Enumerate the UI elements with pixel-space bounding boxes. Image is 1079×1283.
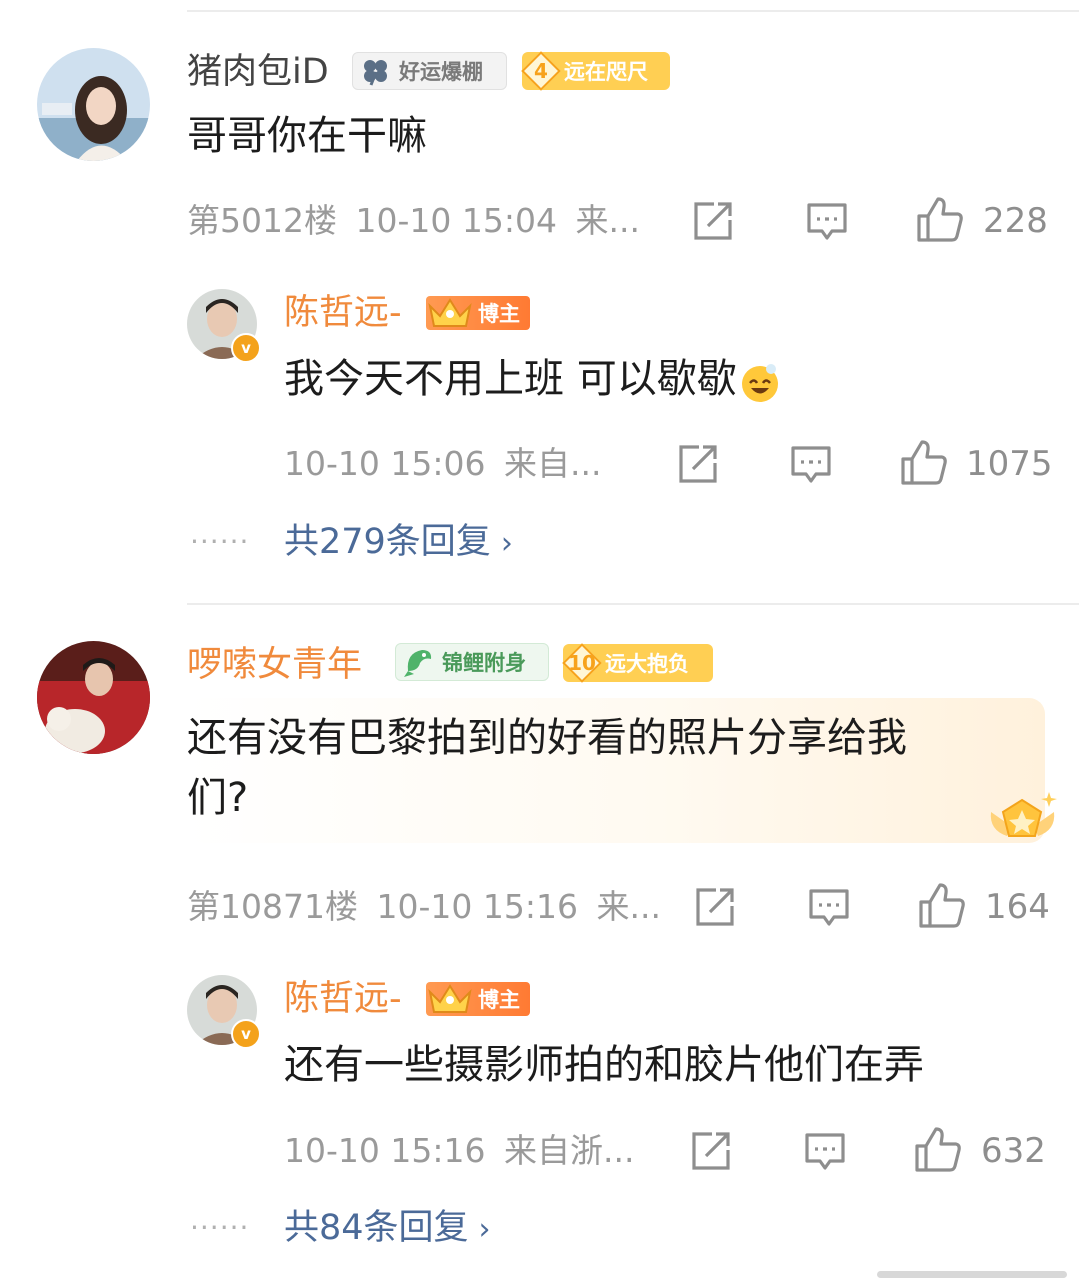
comment-time: 10-10 15:04: [355, 201, 557, 240]
chevron-right-icon: ›: [500, 526, 513, 561]
more-replies-link[interactable]: 共279条回复 ›: [284, 522, 513, 564]
comment-source: 来...: [575, 201, 640, 240]
crown-icon: [426, 296, 478, 330]
dots-icon: ······: [190, 525, 250, 558]
level-number: 10: [563, 644, 601, 682]
host-badge-label: 博主: [478, 302, 520, 326]
share-icon[interactable]: [690, 1130, 732, 1176]
like-icon[interactable]: [914, 1126, 962, 1176]
level-badge[interactable]: 10 远大抱负: [563, 644, 713, 682]
share-icon[interactable]: [692, 200, 734, 246]
comment-text: 哥哥你在干嘛: [187, 113, 427, 159]
fan-badge-label: 锦鲤附身: [442, 651, 526, 675]
like-count: 632: [981, 1131, 1046, 1171]
comment-divider: [187, 603, 1079, 605]
reply-user-name[interactable]: 陈哲远-: [284, 293, 402, 333]
crown-icon: [426, 982, 478, 1016]
level-title: 远大抱负: [605, 652, 689, 676]
host-badge: 博主: [426, 296, 530, 330]
comment-time: 10-10 15:16: [376, 887, 578, 926]
medal-decoration-icon: [985, 790, 1060, 854]
comment-icon[interactable]: [790, 443, 832, 489]
comment-meta: 第5012楼 10-10 15:04 来...: [187, 201, 640, 241]
dots-icon: ······: [190, 1211, 250, 1244]
like-icon[interactable]: [900, 439, 948, 489]
top-divider: [187, 10, 1079, 12]
verified-icon: v: [231, 1019, 261, 1049]
like-count: 164: [985, 887, 1050, 927]
comment-icon[interactable]: [804, 1130, 846, 1176]
verified-icon: v: [231, 333, 261, 363]
koi-icon: [402, 645, 436, 679]
home-indicator: [877, 1271, 1067, 1278]
fan-badge[interactable]: 锦鲤附身: [395, 643, 549, 681]
comment-user-name[interactable]: 啰嗦女青年: [187, 645, 362, 685]
like-count: 228: [983, 201, 1048, 241]
share-icon[interactable]: [694, 886, 736, 932]
comment-text-line: 还有没有巴黎拍到的好看的照片分享给我: [187, 715, 907, 761]
comment-text-line: 们?: [187, 775, 249, 821]
host-badge: 博主: [426, 982, 530, 1016]
reply-user-name[interactable]: 陈哲远-: [284, 979, 402, 1019]
level-number: 4: [522, 52, 560, 90]
comment-meta: 第10871楼 10-10 15:16 来...: [187, 887, 661, 927]
fan-badge-label: 好运爆棚: [399, 60, 483, 84]
reply-text: 我今天不用上班 可以歇歇: [284, 349, 781, 409]
level-title: 远在咫尺: [564, 60, 648, 84]
level-badge[interactable]: 4 远在咫尺: [522, 52, 670, 90]
reply-meta: 10-10 15:16 来自浙...: [284, 1131, 634, 1171]
share-icon[interactable]: [677, 443, 719, 489]
smile-emoji-icon: [739, 360, 781, 402]
clover-icon: [359, 56, 393, 86]
avatar[interactable]: [37, 48, 150, 161]
like-count: 1075: [966, 444, 1053, 484]
floor-number: 第10871楼: [187, 887, 358, 926]
host-badge-label: 博主: [478, 988, 520, 1012]
fan-badge[interactable]: 好运爆棚: [352, 52, 507, 90]
comment-icon[interactable]: [806, 200, 848, 246]
reply-time: 10-10 15:16: [284, 1131, 486, 1170]
reply-meta: 10-10 15:06 来自...: [284, 444, 601, 484]
reply-source: 来自...: [503, 444, 602, 483]
more-replies-link[interactable]: 共84条回复 ›: [284, 1208, 491, 1250]
reply-text: 还有一些摄影师拍的和胶片他们在弄: [284, 1042, 924, 1088]
like-icon[interactable]: [916, 196, 964, 246]
reply-time: 10-10 15:06: [284, 444, 486, 483]
comment-icon[interactable]: [808, 886, 850, 932]
chevron-right-icon: ›: [478, 1212, 491, 1247]
comment-text: 还有没有巴黎拍到的好看的照片分享给我 们?: [187, 708, 907, 828]
comment-user-name[interactable]: 猪肉包iD: [187, 52, 329, 92]
floor-number: 第5012楼: [187, 201, 337, 240]
comment-source: 来...: [596, 887, 661, 926]
avatar[interactable]: [37, 641, 150, 754]
reply-source: 来自浙...: [503, 1131, 635, 1170]
like-icon[interactable]: [918, 882, 966, 932]
